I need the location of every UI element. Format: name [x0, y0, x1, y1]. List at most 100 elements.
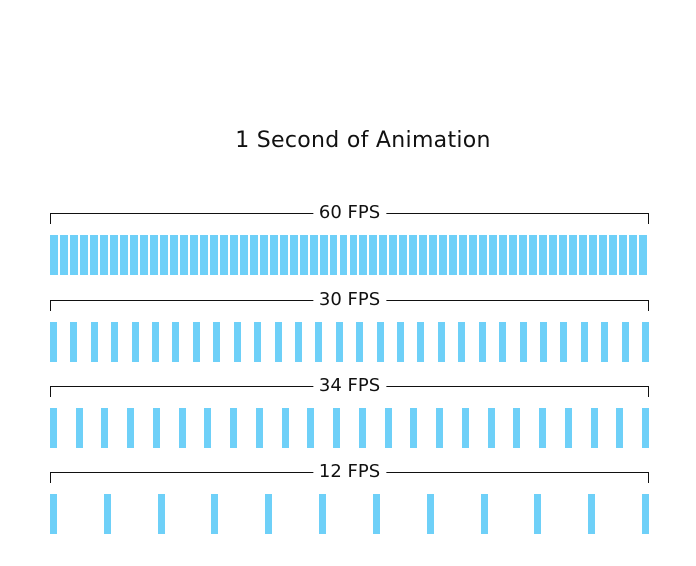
frame-bar — [590, 408, 598, 448]
frame-bar — [254, 322, 262, 362]
frame-bar — [319, 494, 327, 534]
frame-bar — [469, 235, 478, 275]
frame-bar — [629, 235, 637, 275]
frame-bar — [461, 408, 469, 448]
frame-bar — [437, 322, 445, 362]
frame-bar — [159, 235, 168, 275]
frame-bar — [294, 322, 302, 362]
duration-bracket: 30 FPS — [50, 288, 649, 312]
frame-bar — [480, 494, 488, 534]
frame-bar — [389, 235, 398, 275]
frame-bar — [50, 494, 57, 534]
frame-bar — [307, 408, 315, 448]
frame-bar — [560, 322, 568, 362]
frame-bar — [249, 235, 258, 275]
frame-bar — [319, 235, 328, 275]
frame-bar — [429, 235, 438, 275]
fps-row-60: 60 FPS — [50, 201, 649, 275]
frame-bar — [519, 235, 528, 275]
frame-bar — [549, 235, 558, 275]
frame-strip — [50, 494, 649, 534]
frame-bar — [50, 408, 57, 448]
frame-bar — [601, 322, 609, 362]
frame-bar — [211, 494, 219, 534]
frame-bar — [372, 494, 380, 534]
frame-bar — [189, 235, 198, 275]
frame-bar — [379, 235, 388, 275]
fps-row-34: 34 FPS — [50, 374, 649, 448]
frame-bar — [204, 408, 212, 448]
frame-bar — [129, 235, 138, 275]
frame-strip — [50, 322, 649, 362]
frame-bar — [529, 235, 538, 275]
frame-bar — [356, 322, 364, 362]
frame-bar — [339, 235, 348, 275]
frame-bar — [539, 235, 548, 275]
frame-strip — [50, 408, 649, 448]
frame-bar — [69, 235, 78, 275]
frame-bar — [299, 235, 308, 275]
frame-bar — [419, 235, 428, 275]
frame-bar — [409, 235, 418, 275]
frame-bar — [119, 235, 128, 275]
frame-bar — [369, 235, 378, 275]
frame-bar — [309, 235, 318, 275]
frame-bar — [559, 235, 568, 275]
frame-bar — [534, 494, 542, 534]
fps-row-12: 12 FPS — [50, 460, 649, 534]
frame-bar — [111, 322, 119, 362]
frame-bar — [642, 494, 649, 534]
frame-bar — [172, 322, 180, 362]
frame-bar — [89, 235, 98, 275]
frame-bar — [459, 235, 468, 275]
frame-bar — [233, 322, 241, 362]
frame-bar — [149, 235, 158, 275]
frame-bar — [178, 408, 186, 448]
fps-label: 12 FPS — [312, 460, 387, 484]
frame-bar — [449, 235, 458, 275]
frame-bar — [384, 408, 392, 448]
diagram-title: 1 Second of Animation — [235, 128, 491, 153]
fps-label: 34 FPS — [312, 374, 387, 398]
frame-bar — [239, 235, 248, 275]
frame-bar — [274, 322, 282, 362]
fps-row-30: 30 FPS — [50, 288, 649, 362]
frame-bar — [519, 322, 527, 362]
frame-bar — [499, 322, 507, 362]
frame-bar — [289, 235, 298, 275]
duration-bracket: 12 FPS — [50, 460, 649, 484]
frame-bar — [609, 235, 618, 275]
frame-bar — [139, 235, 148, 275]
frame-bar — [619, 235, 628, 275]
frame-bar — [229, 235, 238, 275]
frame-bar — [564, 408, 572, 448]
frame-bar — [642, 408, 649, 448]
fps-label: 60 FPS — [312, 201, 387, 225]
frame-bar — [569, 235, 578, 275]
frame-bar — [90, 322, 98, 362]
frame-bar — [599, 235, 608, 275]
frame-bar — [109, 235, 118, 275]
frame-bar — [230, 408, 238, 448]
frame-bar — [50, 322, 57, 362]
frame-bar — [639, 235, 647, 275]
frame-bar — [103, 494, 111, 534]
fps-label: 30 FPS — [312, 288, 387, 312]
frame-bar — [588, 494, 596, 534]
duration-bracket: 34 FPS — [50, 374, 649, 398]
frame-bar — [417, 322, 425, 362]
frame-bar — [616, 408, 624, 448]
duration-bracket: 60 FPS — [50, 201, 649, 225]
frame-bar — [157, 494, 165, 534]
frame-bar — [335, 322, 343, 362]
frame-bar — [359, 235, 368, 275]
frame-bar — [259, 235, 268, 275]
frame-bar — [315, 322, 323, 362]
frame-bar — [199, 235, 208, 275]
frame-bar — [333, 408, 341, 448]
frame-bar — [399, 235, 408, 275]
frame-bar — [487, 408, 495, 448]
frame-bar — [255, 408, 263, 448]
frame-bar — [410, 408, 418, 448]
frame-bar — [589, 235, 598, 275]
